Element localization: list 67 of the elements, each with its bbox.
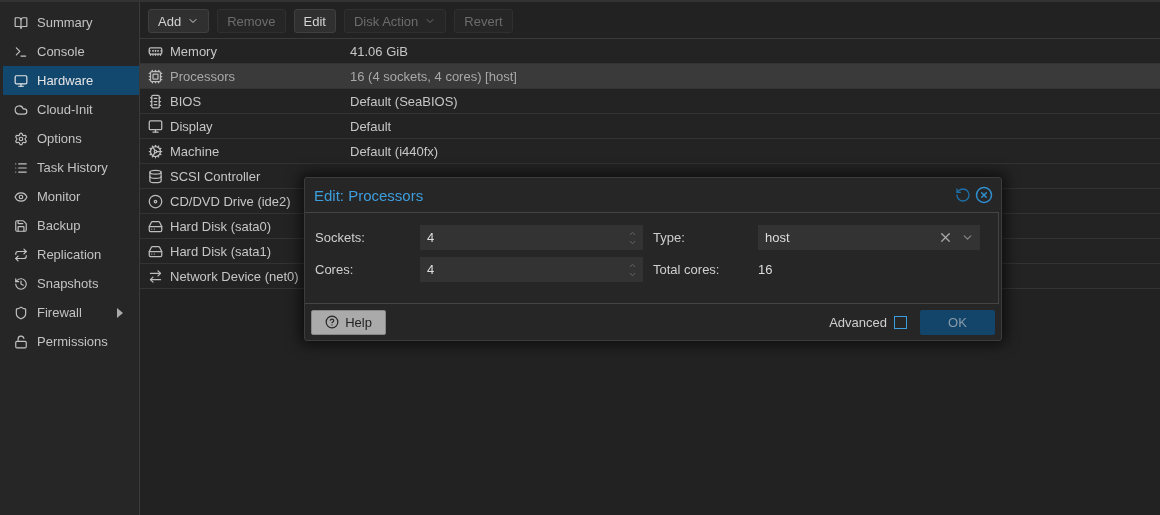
device-name: Processors <box>170 68 236 84</box>
hard-drive-icon <box>147 218 163 234</box>
disc-icon <box>147 193 163 209</box>
device-value: Default <box>350 118 392 134</box>
device-value: 16 (4 sockets, 4 cores) [host] <box>350 68 517 84</box>
device-value: Default (i440fx) <box>350 143 439 159</box>
help-icon <box>325 315 340 329</box>
cloud-icon <box>14 102 28 117</box>
device-name: SCSI Controller <box>170 168 261 184</box>
field-label: Total cores: <box>653 262 721 277</box>
clear-icon[interactable] <box>938 230 953 245</box>
sidebar-item[interactable]: Firewall <box>3 298 139 327</box>
hard-drive-icon <box>147 243 163 259</box>
field-label: Cores: <box>315 262 355 277</box>
expand-arrow-icon[interactable] <box>117 307 123 318</box>
eye-icon <box>14 189 28 204</box>
advanced-checkbox[interactable] <box>894 315 907 329</box>
type-select[interactable]: host <box>758 225 980 250</box>
toolbar-button[interactable]: Add <box>148 9 210 33</box>
device-value: 41.06 GiB <box>350 43 408 59</box>
device-name: Hard Disk (sata0) <box>170 218 272 234</box>
settings-icon <box>14 131 28 146</box>
device-name: Memory <box>170 43 217 59</box>
total-cores-value: 16 <box>758 262 773 277</box>
sidebar-item[interactable]: Summary <box>3 8 139 37</box>
chip-icon <box>147 93 163 109</box>
cogs-icon <box>147 143 163 159</box>
sidebar-item[interactable]: Snapshots <box>3 269 139 298</box>
sidebar-item[interactable]: Backup <box>3 211 139 240</box>
monitor-icon <box>14 73 28 88</box>
help-button[interactable]: Help <box>311 309 386 335</box>
unlocked-padlock-icon <box>14 334 28 349</box>
reset-icon[interactable] <box>955 187 971 203</box>
list-icon <box>14 160 28 175</box>
number-field[interactable]: 4 <box>420 225 643 250</box>
device-name: Network Device (net0) <box>170 268 299 284</box>
device-name: CD/DVD Drive (ide2) <box>170 193 291 209</box>
field-label: Sockets: <box>315 230 366 245</box>
device-name: BIOS <box>170 93 202 109</box>
database-icon <box>147 168 163 184</box>
sidebar-item[interactable]: Monitor <box>3 182 139 211</box>
monitor-icon <box>147 118 163 134</box>
sidebar-item[interactable]: Hardware <box>3 66 139 95</box>
device-name: Hard Disk (sata1) <box>170 243 272 259</box>
sidebar-item[interactable]: Permissions <box>3 327 139 356</box>
advanced-label: Advanced <box>829 314 887 330</box>
book-icon <box>14 15 28 30</box>
history-icon <box>14 276 28 291</box>
sidebar-item[interactable]: Cloud-Init <box>3 95 139 124</box>
sidebar-item[interactable]: Console <box>3 37 139 66</box>
cpu-icon <box>147 68 163 84</box>
terminal-icon <box>14 44 28 59</box>
sidebar-item[interactable]: Replication <box>3 240 139 269</box>
device-value: Default (SeaBIOS) <box>350 93 458 109</box>
dialog-title: Edit: Processors <box>314 186 424 204</box>
number-field[interactable]: 4 <box>420 257 643 282</box>
sidebar-item[interactable]: Options <box>3 124 139 153</box>
sidebar-item[interactable]: Task History <box>3 153 139 182</box>
close-icon[interactable] <box>975 186 993 204</box>
device-name: Display <box>170 118 213 134</box>
hardware-row[interactable]: Processors 16 (4 sockets, 4 cores) [host] <box>140 64 1160 89</box>
field-label: Type: <box>653 230 686 245</box>
toolbar-button[interactable]: Edit <box>293 9 336 33</box>
arrows-icon <box>147 268 163 284</box>
shield-icon <box>14 305 28 320</box>
device-name: Machine <box>170 143 220 159</box>
repeat-icon <box>14 247 28 262</box>
